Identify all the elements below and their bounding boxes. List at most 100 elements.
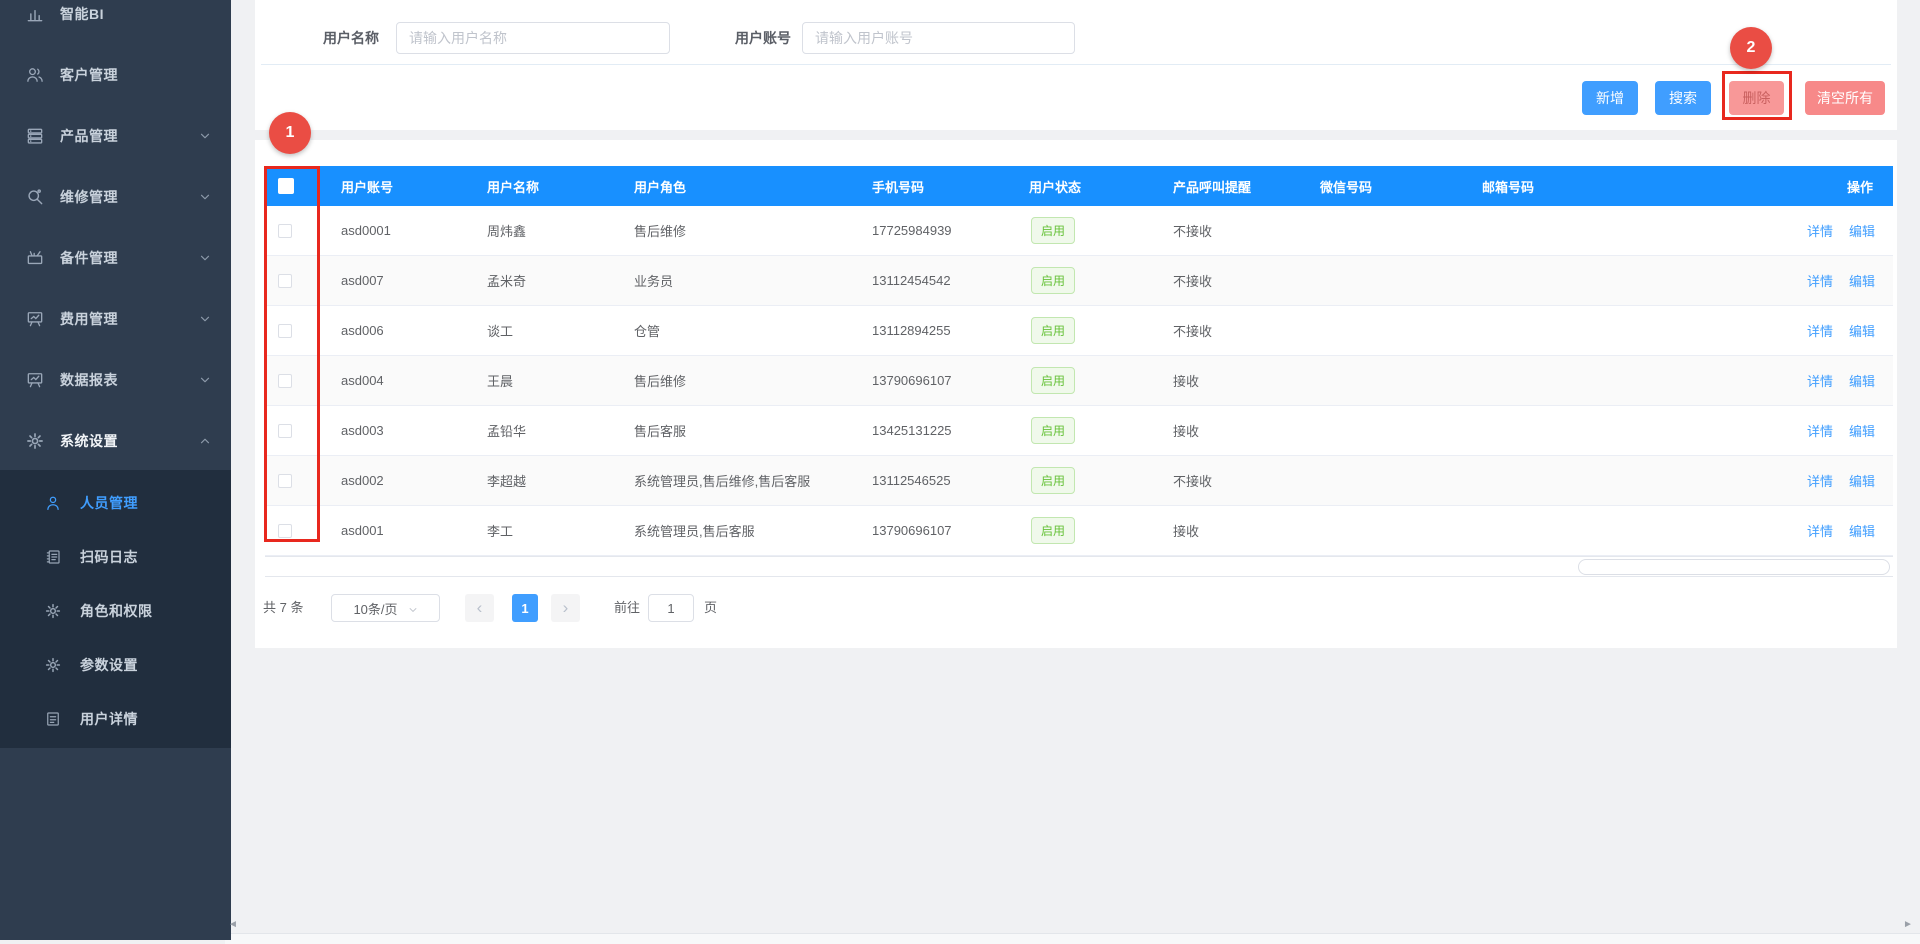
sidebar-subitem-personnel[interactable]: 人员管理 — [0, 476, 231, 530]
table-row: asd0001 周炜鑫 售后维修 17725984939 启用 不接收 详情编辑 — [265, 206, 1893, 256]
sidebar: 智能BI 客户管理 产品管理 维修管理 备件管理 — [0, 0, 231, 940]
detail-link[interactable]: 详情 — [1807, 471, 1833, 490]
detail-link[interactable]: 详情 — [1807, 371, 1833, 390]
sidebar-subitem-parameters[interactable]: 参数设置 — [0, 638, 231, 692]
chevron-down-icon — [199, 252, 211, 264]
chevron-down-icon — [199, 313, 211, 325]
sidebar-item-repair[interactable]: 维修管理 — [0, 166, 231, 227]
sidebar-subitem-label: 角色和权限 — [80, 601, 153, 621]
sidebar-item-label: 系统设置 — [60, 431, 118, 451]
sidebar-item-label: 数据报表 — [60, 370, 118, 390]
sidebar-item-label: 智能BI — [60, 4, 104, 24]
delete-button[interactable]: 删除 — [1729, 81, 1784, 115]
scroll-left-arrow-icon[interactable]: ◄ — [228, 920, 238, 930]
status-badge: 启用 — [1031, 367, 1075, 394]
cell-call-notify: 接收 — [1173, 371, 1320, 390]
edit-link[interactable]: 编辑 — [1849, 221, 1875, 240]
cell-phone: 17725984939 — [872, 223, 1029, 238]
status-badge: 启用 — [1031, 267, 1075, 294]
sidebar-item-expense[interactable]: 费用管理 — [0, 288, 231, 349]
sidebar-subitem-label: 用户详情 — [80, 709, 138, 729]
column-header: 邮箱号码 — [1482, 177, 1700, 196]
edit-link[interactable]: 编辑 — [1849, 521, 1875, 540]
goto-page-input[interactable] — [648, 594, 694, 622]
edit-link[interactable]: 编辑 — [1849, 471, 1875, 490]
sidebar-item-smart-bi[interactable]: 智能BI — [0, 0, 231, 44]
select-all-checkbox[interactable] — [278, 178, 294, 194]
column-header: 产品呼叫提醒 — [1173, 177, 1320, 196]
row-checkbox[interactable] — [278, 224, 292, 238]
page-size-select[interactable]: 10条/页 — [331, 594, 440, 622]
sidebar-subitem-label: 人员管理 — [80, 493, 138, 513]
cell-name: 王晨 — [487, 371, 634, 390]
row-checkbox[interactable] — [278, 324, 292, 338]
horizontal-scrollbar-thumb[interactable] — [1578, 559, 1890, 575]
add-button[interactable]: 新增 — [1582, 81, 1638, 115]
table-row: asd003 孟铅华 售后客服 13425131225 启用 接收 详情编辑 — [265, 406, 1893, 456]
chevron-down-icon — [199, 374, 211, 386]
sidebar-subitem-scan-log[interactable]: 扫码日志 — [0, 530, 231, 584]
cell-call-notify: 不接收 — [1173, 271, 1320, 290]
row-checkbox[interactable] — [278, 524, 292, 538]
cell-phone: 13112454542 — [872, 273, 1029, 288]
document-icon — [44, 710, 62, 728]
sidebar-subitem-roles-permissions[interactable]: 角色和权限 — [0, 584, 231, 638]
cell-account: asd002 — [341, 473, 487, 488]
sidebar-item-spareparts[interactable]: 备件管理 — [0, 227, 231, 288]
cell-call-notify: 不接收 — [1173, 321, 1320, 340]
detail-link[interactable]: 详情 — [1807, 271, 1833, 290]
sidebar-item-customer[interactable]: 客户管理 — [0, 44, 231, 105]
row-checkbox[interactable] — [278, 474, 292, 488]
page-unit-label: 页 — [704, 594, 717, 622]
user-table-card: 用户账号 用户名称 用户角色 手机号码 用户状态 产品呼叫提醒 微信号码 邮箱号… — [255, 140, 1897, 648]
sidebar-submenu-system-settings: 人员管理 扫码日志 角色和权限 参数设置 用户详情 — [0, 470, 231, 748]
edit-link[interactable]: 编辑 — [1849, 271, 1875, 290]
cell-role: 售后维修 — [634, 221, 872, 240]
sidebar-subitem-label: 参数设置 — [80, 655, 138, 675]
sidebar-item-reports[interactable]: 数据报表 — [0, 349, 231, 410]
account-input[interactable] — [802, 22, 1075, 54]
detail-link[interactable]: 详情 — [1807, 521, 1833, 540]
app-root: 智能BI 客户管理 产品管理 维修管理 备件管理 — [0, 0, 1920, 944]
page-size-value: 10条/页 — [353, 599, 397, 618]
edit-link[interactable]: 编辑 — [1849, 421, 1875, 440]
sidebar-item-product[interactable]: 产品管理 — [0, 105, 231, 166]
next-page-button[interactable]: › — [551, 594, 580, 622]
sidebar-subitem-label: 扫码日志 — [80, 547, 138, 567]
chevron-up-icon — [199, 435, 211, 447]
users-icon — [25, 65, 45, 85]
table-footer-strip — [265, 556, 1893, 577]
notebook-icon — [44, 548, 62, 566]
detail-link[interactable]: 详情 — [1807, 221, 1833, 240]
cell-name: 李超越 — [487, 471, 634, 490]
cell-role: 仓管 — [634, 321, 872, 340]
row-checkbox[interactable] — [278, 374, 292, 388]
sidebar-item-label: 客户管理 — [60, 65, 118, 85]
scroll-right-arrow-icon[interactable]: ► — [1903, 920, 1913, 930]
status-badge: 启用 — [1031, 417, 1075, 444]
prev-page-button[interactable]: ‹ — [465, 594, 494, 622]
page-number-button[interactable]: 1 — [512, 594, 538, 622]
username-input[interactable] — [396, 22, 670, 54]
search-button[interactable]: 搜索 — [1655, 81, 1711, 115]
cell-phone: 13112546525 — [872, 473, 1029, 488]
table-row: asd001 李工 系统管理员,售后客服 13790696107 启用 接收 详… — [265, 506, 1893, 556]
edit-link[interactable]: 编辑 — [1849, 371, 1875, 390]
edit-link[interactable]: 编辑 — [1849, 321, 1875, 340]
row-checkbox[interactable] — [278, 424, 292, 438]
cell-role: 系统管理员,售后维修,售后客服 — [634, 471, 872, 490]
column-header: 用户状态 — [1029, 177, 1173, 196]
cell-account: asd001 — [341, 523, 487, 538]
cell-role: 系统管理员,售后客服 — [634, 521, 872, 540]
clear-all-button[interactable]: 清空所有 — [1805, 81, 1885, 115]
chevron-down-icon — [199, 191, 211, 203]
sidebar-item-system-settings[interactable]: 系统设置 — [0, 410, 231, 471]
sidebar-subitem-user-details[interactable]: 用户详情 — [0, 692, 231, 746]
detail-link[interactable]: 详情 — [1807, 321, 1833, 340]
table-row: asd004 王晨 售后维修 13790696107 启用 接收 详情编辑 — [265, 356, 1893, 406]
chevron-down-icon — [199, 130, 211, 142]
detail-link[interactable]: 详情 — [1807, 421, 1833, 440]
row-checkbox[interactable] — [278, 274, 292, 288]
page-bottom-strip — [225, 934, 1920, 944]
cell-call-notify: 接收 — [1173, 521, 1320, 540]
